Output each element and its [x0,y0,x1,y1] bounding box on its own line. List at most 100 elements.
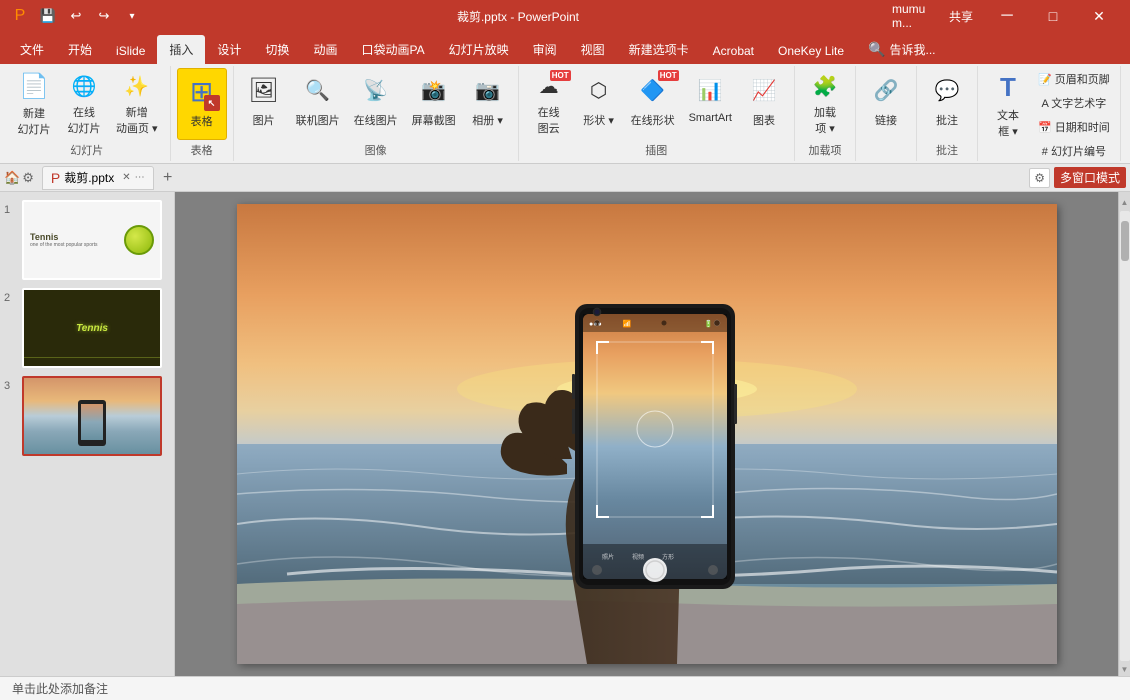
shapes-button[interactable]: ⬡ 形状 ▾ [575,68,623,140]
online-picture-button[interactable]: 🔍 联机图片 [290,68,346,140]
scroll-thumb[interactable] [1121,221,1129,261]
tab-insert[interactable]: 插入 [157,35,205,64]
slide-preview-3[interactable] [22,376,162,456]
scroll-down-arrow[interactable]: ▼ [1119,663,1130,676]
link-group-items: 🔗 链接 [862,68,910,156]
document-tab[interactable]: P 裁剪.pptx ✕ ⋯ [42,166,154,190]
svg-text:方形: 方形 [662,553,674,561]
window-title: 裁剪.pptx - PowerPoint [144,8,892,25]
minimize-button[interactable]: ─ [984,0,1030,32]
picture-button[interactable]: 🖼 图片 [240,68,288,140]
close-button[interactable]: ✕ [1076,0,1122,32]
new-slide-button[interactable]: 📄 新建幻灯片 [10,68,58,140]
app-logo: P [8,4,32,28]
tab-acrobat[interactable]: Acrobat [701,38,766,64]
tab-home-icon[interactable]: 🏠 [4,170,20,186]
addins-button[interactable]: 🧩 加载项 ▾ [801,68,849,140]
tab-menu-button[interactable]: ⋯ [135,172,145,183]
link-button[interactable]: 🔗 链接 [862,68,910,140]
slide2-content: Tennis [24,290,160,366]
new-tab-button[interactable]: + [158,168,178,188]
tab-home[interactable]: 开始 [56,35,104,64]
new-slide-label: 新建幻灯片 [18,105,51,137]
tab-close-button[interactable]: ✕ [122,172,130,183]
scroll-track[interactable] [1120,211,1130,661]
slide-preview-2[interactable]: Tennis [22,288,162,368]
svg-text:视频: 视频 [632,553,644,561]
table-button[interactable]: ⊞ 表格 ↖ [177,68,227,140]
tab-review[interactable]: 审阅 [521,35,569,64]
tab-settings-icon[interactable]: ⚙ [22,170,34,186]
slide-thumb-2[interactable]: 2 Tennis [4,288,170,368]
new-animation-button[interactable]: ✨ 新增动画页 ▾ [110,68,164,140]
smartart-icon: 📊 [692,72,728,108]
comment-button[interactable]: 💬 批注 [923,68,971,140]
tab-search[interactable]: 🔍 告诉我... [856,35,947,64]
online-slide-icon: 🌐 [66,72,102,100]
datetime-button[interactable]: 📅 日期和时间 [1034,116,1114,138]
notes-placeholder: 单击此处添加备注 [12,680,108,697]
album-button[interactable]: 📷 相册 ▾ [464,68,512,140]
undo-button[interactable]: ↩ [64,4,88,28]
wordcloud-button[interactable]: HOT ☁ 在线图云 [525,68,573,140]
slide-canvas[interactable]: ●●● 📶 🔋 [237,204,1057,664]
image-group-items: 🖼 图片 🔍 联机图片 📡 在线图片 📸 屏幕截图 📷 相册 ▾ [240,68,512,140]
tab-islide[interactable]: iSlide [104,38,157,64]
svg-text:照片: 照片 [602,553,614,561]
main-area: 1 Tennis one of the most popular sports … [0,192,1130,676]
slide3-phone-screen [81,404,103,440]
screenshot-button[interactable]: 📸 屏幕截图 [406,68,462,140]
textbox-button[interactable]: T 文本框 ▾ [984,68,1032,140]
share-button[interactable]: 共享 [938,0,984,32]
settings-icon[interactable]: ⚙ [1029,168,1050,188]
online-slide-button[interactable]: 🌐 在线幻灯片 [60,68,108,140]
online-picture-label: 联机图片 [296,112,340,128]
tab-pa[interactable]: 口袋动画PA [349,35,436,64]
online-shapes-button[interactable]: HOT 🔷 在线形状 [625,68,681,140]
tab-transitions[interactable]: 切换 [253,35,301,64]
scroll-up-arrow[interactable]: ▲ [1119,196,1130,209]
notes-bar[interactable]: 单击此处添加备注 [0,676,1130,700]
shapes-icon: ⬡ [581,72,617,108]
textbox-label: 文本框 ▾ [997,107,1019,139]
album-label: 相册 ▾ [472,112,503,128]
tab-onekey[interactable]: OneKey Lite [766,38,856,64]
wordcloud-label: 在线图云 [538,104,560,136]
ribbon-group-image: 🖼 图片 🔍 联机图片 📡 在线图片 📸 屏幕截图 📷 相册 ▾ 图像 [234,66,519,161]
right-scrollbar[interactable]: ▲ ▼ [1118,192,1130,676]
addins-group-label: 加载项 [801,140,849,159]
screenshot-label: 屏幕截图 [412,112,456,128]
new-slide-icon: 📄 [16,72,52,101]
smartart-button[interactable]: 📊 SmartArt [683,68,738,140]
wordart-button[interactable]: A 文字艺术字 [1034,92,1114,114]
tab-view[interactable]: 视图 [569,35,617,64]
image-group-label: 图像 [240,140,512,159]
qa-dropdown-button[interactable]: ▾ [120,4,144,28]
slide-preview-1[interactable]: Tennis one of the most popular sports [22,200,162,280]
redo-button[interactable]: ↪ [92,4,116,28]
table-label: 表格 [191,113,213,129]
slides-group-label: 幻灯片 [10,140,164,159]
tab-animations[interactable]: 动画 [301,35,349,64]
ribbon-tab-bar: 文件 开始 iSlide 插入 设计 切换 动画 口袋动画PA 幻灯片放映 审阅… [0,32,1130,64]
header-footer-button[interactable]: 📝 页眉和页脚 [1034,68,1114,90]
tab-new[interactable]: 新建选项卡 [617,35,701,64]
ppt-icon: P [51,170,60,186]
online-shapes-label: 在线形状 [631,112,675,128]
tab-slideshow[interactable]: 幻灯片放映 [437,35,521,64]
maximize-button[interactable]: □ [1030,0,1076,32]
chart-button[interactable]: 📈 图表 [740,68,788,140]
slide-thumb-3[interactable]: 3 [4,376,170,456]
user-icon[interactable]: mumu m... [892,0,938,32]
screenshot-icon: 📸 [416,72,452,108]
tab-design[interactable]: 设计 [205,35,253,64]
online-img-button[interactable]: 📡 在线图片 [348,68,404,140]
slide-thumb-1[interactable]: 1 Tennis one of the most popular sports [4,200,170,280]
tab-file[interactable]: 文件 [8,35,56,64]
ribbon-group-symbol: Ω 符号 π 公式 ▾ 符号 [1121,66,1130,161]
hot-badge: HOT [550,70,571,81]
save-button[interactable]: 💾 [36,4,60,28]
multi-window-button[interactable]: 多窗口模式 [1054,167,1126,188]
ribbon-group-illustration: HOT ☁ 在线图云 ⬡ 形状 ▾ HOT 🔷 在线形状 📊 SmartArt … [519,66,795,161]
slideno-button[interactable]: # 幻灯片编号 [1034,140,1114,162]
